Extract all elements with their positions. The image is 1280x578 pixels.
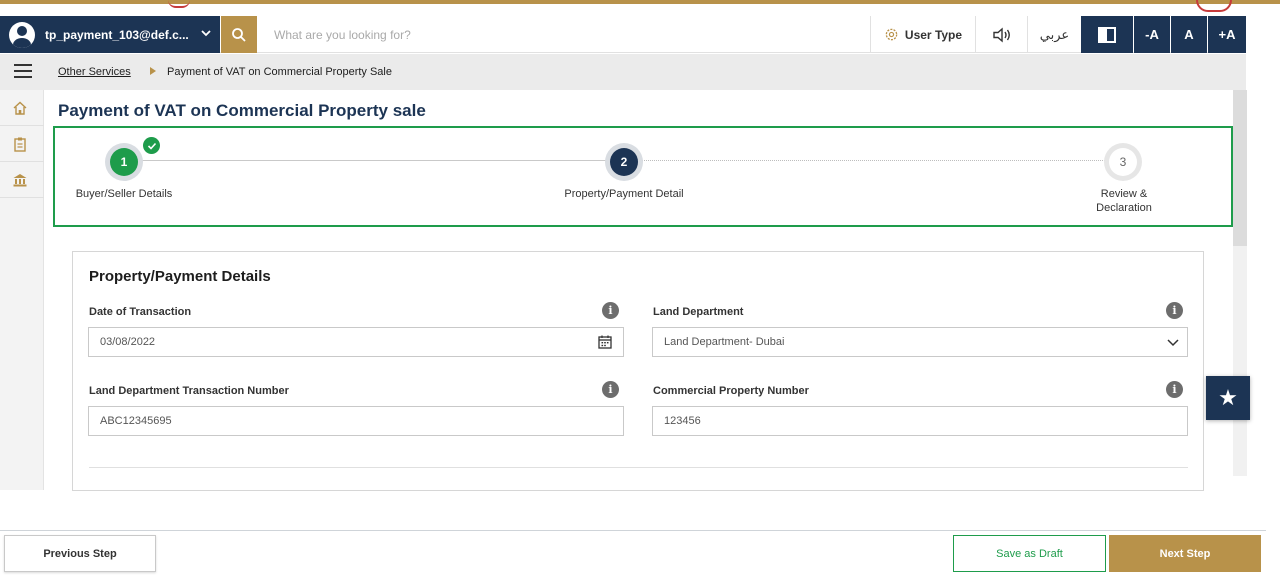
- right-margin: [1247, 40, 1280, 578]
- user-avatar-icon: [9, 21, 35, 48]
- step-3-indicator[interactable]: 3: [1104, 143, 1142, 181]
- gear-icon: [885, 28, 898, 41]
- breadcrumb-separator-icon: [150, 67, 156, 75]
- speaker-button[interactable]: [975, 16, 1027, 53]
- contrast-button[interactable]: [1081, 16, 1133, 53]
- user-name: tp_payment_103@def.c...: [45, 27, 189, 42]
- chevron-down-icon: [201, 30, 211, 37]
- language-toggle[interactable]: عربي: [1027, 16, 1081, 53]
- step-1-label: Buyer/Seller Details: [75, 188, 173, 200]
- side-nav-divider: [0, 125, 44, 126]
- user-type-label: User Type: [904, 27, 963, 42]
- land-department-label: Land Department: [653, 306, 744, 318]
- language-label: عربي: [1039, 26, 1070, 42]
- search-icon: [232, 27, 246, 42]
- stepper-connector: [124, 160, 623, 161]
- font-normal-button[interactable]: A: [1171, 16, 1207, 53]
- clipboard-icon[interactable]: [11, 135, 29, 153]
- land-department-select[interactable]: Land Department- Dubai: [652, 327, 1188, 357]
- date-of-transaction-label: Date of Transaction: [89, 306, 192, 318]
- breadcrumb: Other Services Payment of VAT on Commerc…: [0, 54, 1246, 90]
- checkmark-icon: [143, 137, 160, 154]
- step-1-number: 1: [110, 148, 138, 176]
- stepper-connector: [625, 160, 1123, 161]
- search-button[interactable]: [221, 16, 257, 53]
- speaker-icon: [992, 26, 1010, 43]
- breadcrumb-current: Payment of VAT on Commercial Property Sa…: [167, 66, 392, 78]
- bank-icon[interactable]: [11, 171, 29, 189]
- star-icon[interactable]: ★: [1206, 376, 1250, 420]
- calendar-icon[interactable]: [597, 334, 613, 350]
- property-payment-card: [72, 251, 1204, 491]
- card-title: Property/Payment Details: [89, 268, 271, 285]
- scrollbar-thumb[interactable]: [1233, 90, 1247, 246]
- step-2-indicator[interactable]: 2: [605, 143, 643, 181]
- date-of-transaction-field[interactable]: [88, 327, 624, 357]
- logo-fragment: [1196, 0, 1232, 12]
- user-type-button[interactable]: User Type: [870, 16, 975, 53]
- step-2-number: 2: [610, 148, 638, 176]
- step-3-label: Review & Declaration: [1096, 188, 1152, 214]
- progress-stepper: [53, 126, 1233, 227]
- step-1-indicator[interactable]: 1: [105, 143, 143, 181]
- logo-fragment: [168, 0, 190, 8]
- side-nav-divider: [0, 197, 44, 198]
- font-increase-button[interactable]: +A: [1208, 16, 1246, 53]
- home-icon[interactable]: [11, 99, 29, 117]
- font-decrease-button[interactable]: -A: [1134, 16, 1170, 53]
- card-divider: [89, 467, 1188, 468]
- hamburger-icon[interactable]: [14, 64, 32, 78]
- info-icon[interactable]: i: [602, 381, 619, 398]
- step-3-number: 3: [1109, 148, 1137, 176]
- save-as-draft-button[interactable]: Save as Draft: [953, 535, 1106, 572]
- commercial-property-number-field[interactable]: [652, 406, 1188, 436]
- info-icon[interactable]: i: [1166, 302, 1183, 319]
- breadcrumb-link-other-services[interactable]: Other Services: [58, 66, 131, 78]
- ld-transaction-number-label: Land Department Transaction Number: [89, 385, 289, 397]
- step-2-label: Property/Payment Detail: [564, 188, 684, 200]
- previous-step-button[interactable]: Previous Step: [4, 535, 156, 572]
- chevron-down-icon[interactable]: [1165, 334, 1181, 350]
- user-menu[interactable]: tp_payment_103@def.c...: [0, 16, 220, 53]
- info-icon[interactable]: i: [602, 302, 619, 319]
- info-icon[interactable]: i: [1166, 381, 1183, 398]
- commercial-property-number-label: Commercial Property Number: [653, 385, 809, 397]
- top-bar: tp_payment_103@def.c... User Type عربي -…: [0, 16, 1246, 53]
- side-nav: [0, 90, 44, 490]
- land-department-value: Land Department- Dubai: [664, 336, 785, 348]
- contrast-icon: [1098, 26, 1116, 43]
- top-accent-line: [0, 0, 1280, 4]
- page-title: Payment of VAT on Commercial Property sa…: [58, 101, 426, 120]
- ld-transaction-number-field[interactable]: [88, 406, 624, 436]
- next-step-button[interactable]: Next Step: [1109, 535, 1261, 572]
- side-nav-divider: [0, 161, 44, 162]
- search-input[interactable]: [262, 21, 862, 48]
